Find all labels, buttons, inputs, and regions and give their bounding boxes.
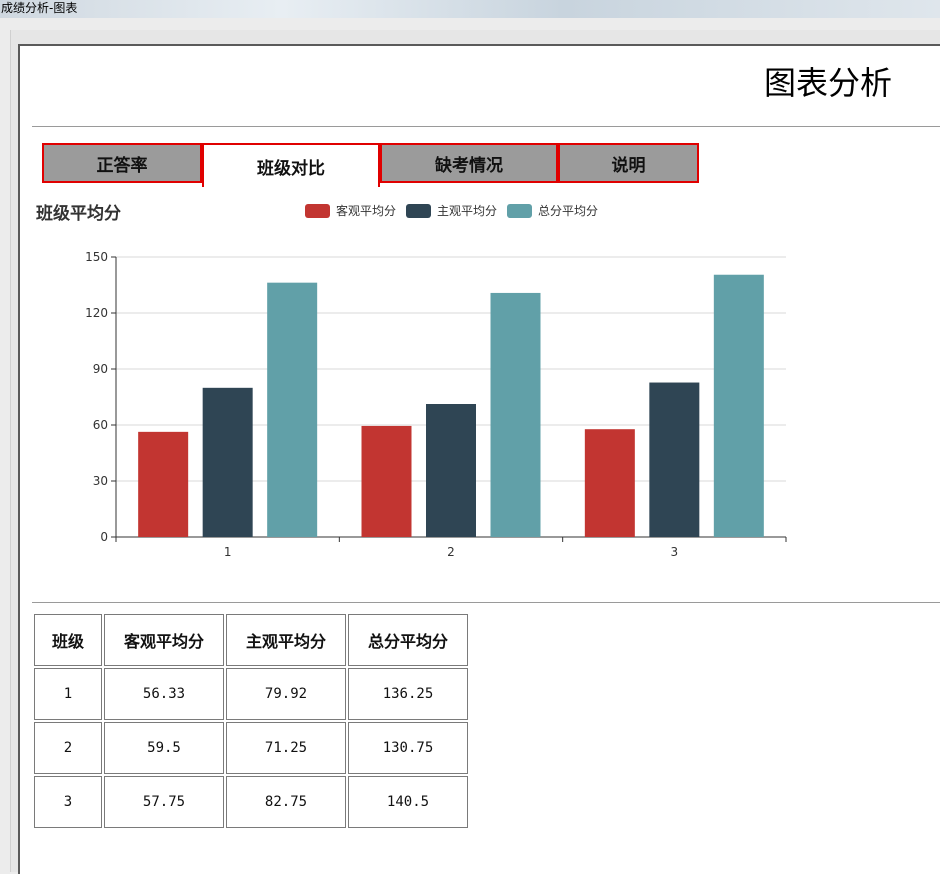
table-header-row: 班级 客观平均分 主观平均分 总分平均分 bbox=[34, 614, 468, 666]
legend-swatch bbox=[406, 203, 432, 218]
y-tick-label: 60 bbox=[93, 418, 108, 432]
table-cell: 1 bbox=[34, 668, 102, 720]
bar bbox=[267, 282, 318, 537]
tab-class-compare[interactable]: 班级对比 bbox=[202, 143, 380, 187]
table-cell: 136.25 bbox=[348, 668, 468, 720]
bar bbox=[202, 387, 253, 537]
window-titlebar: 成绩分析-图表 bbox=[0, 0, 940, 18]
page-title: 图表分析 bbox=[763, 64, 892, 102]
chart-title: 班级平均分 bbox=[36, 204, 121, 224]
legend-item-total[interactable]: 总分平均分 bbox=[507, 202, 598, 219]
bar bbox=[490, 292, 541, 537]
bar bbox=[584, 429, 635, 537]
divider-top bbox=[32, 126, 940, 127]
window-title: 成绩分析-图表 bbox=[1, 1, 78, 15]
content-frame: 图表分析 正答率 班级对比 缺考情况 说明 班级平均分 客观平均分 主观平均分 … bbox=[18, 44, 940, 874]
y-tick-label: 120 bbox=[85, 306, 108, 320]
tab-label: 正答率 bbox=[96, 155, 148, 176]
legend-item-subjective[interactable]: 主观平均分 bbox=[406, 202, 497, 219]
x-tick-label: 2 bbox=[447, 545, 455, 559]
table-cell: 56.33 bbox=[104, 668, 224, 720]
tab-description[interactable]: 说明 bbox=[558, 143, 699, 183]
table-row: 3 57.75 82.75 140.5 bbox=[34, 776, 468, 828]
bar bbox=[713, 274, 764, 537]
tab-bar: 正答率 班级对比 缺考情况 说明 bbox=[42, 143, 699, 187]
x-tick-label: 3 bbox=[671, 545, 679, 559]
chart-legend: 客观平均分 主观平均分 总分平均分 bbox=[305, 202, 598, 219]
bar-chart: 0 30 60 90 120 150 1 2 3 bbox=[85, 250, 787, 559]
tab-absence[interactable]: 缺考情况 bbox=[380, 143, 558, 183]
table-header-cell: 总分平均分 bbox=[348, 614, 468, 666]
table-cell: 79.92 bbox=[226, 668, 346, 720]
table-cell: 57.75 bbox=[104, 776, 224, 828]
legend-label: 客观平均分 bbox=[336, 204, 397, 218]
legend-item-objective[interactable]: 客观平均分 bbox=[305, 202, 396, 219]
table-cell: 140.5 bbox=[348, 776, 468, 828]
table-cell: 82.75 bbox=[226, 776, 346, 828]
table-row: 2 59.5 71.25 130.75 bbox=[34, 722, 468, 774]
table-cell: 3 bbox=[34, 776, 102, 828]
table-header-cell: 班级 bbox=[34, 614, 102, 666]
y-tick-label: 0 bbox=[100, 530, 108, 544]
tab-label: 班级对比 bbox=[257, 158, 325, 179]
table-header-cell: 客观平均分 bbox=[104, 614, 224, 666]
y-tick-label: 30 bbox=[93, 474, 108, 488]
table-cell: 59.5 bbox=[104, 722, 224, 774]
table-header-cell: 主观平均分 bbox=[226, 614, 346, 666]
tab-label: 说明 bbox=[611, 155, 646, 176]
table-row: 1 56.33 79.92 136.25 bbox=[34, 668, 468, 720]
divider-bottom bbox=[32, 602, 940, 603]
tab-label: 缺考情况 bbox=[435, 155, 503, 176]
bar bbox=[138, 431, 189, 537]
x-tick-label: 1 bbox=[224, 545, 232, 559]
legend-label: 主观平均分 bbox=[437, 204, 498, 218]
legend-swatch bbox=[305, 203, 330, 218]
bar bbox=[649, 382, 700, 537]
table-cell: 2 bbox=[34, 722, 102, 774]
table-cell: 71.25 bbox=[226, 722, 346, 774]
bar bbox=[361, 425, 412, 537]
legend-swatch bbox=[507, 203, 533, 218]
y-tick-label: 150 bbox=[85, 250, 108, 264]
table-cell: 130.75 bbox=[348, 722, 468, 774]
legend-label: 总分平均分 bbox=[538, 204, 599, 218]
score-table: 班级 客观平均分 主观平均分 总分平均分 1 56.33 79.92 136.2… bbox=[32, 612, 470, 830]
tab-correct-rate[interactable]: 正答率 bbox=[42, 143, 202, 183]
y-tick-label: 90 bbox=[93, 362, 108, 376]
bar bbox=[426, 404, 476, 537]
